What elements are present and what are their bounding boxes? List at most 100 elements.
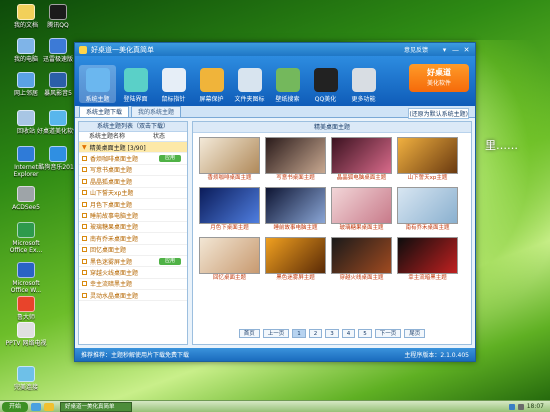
theme-card[interactable]: 回忆桌面主题: [199, 237, 260, 283]
tray-volume-icon[interactable]: [517, 403, 524, 410]
theme-card-name[interactable]: 晶晶狐电脑桌面主题: [331, 174, 392, 183]
list-item[interactable]: 穿越火线桌面主题: [79, 267, 187, 279]
desktop-icon[interactable]: 腾讯QQ: [36, 4, 80, 29]
desktop-icon[interactable]: ACDSee5: [4, 186, 48, 211]
toolbar-button[interactable]: 更多功能: [345, 68, 382, 103]
theme-card-name[interactable]: 幸主流暗黑主题: [397, 274, 458, 283]
theme-card-name[interactable]: 月色下桌面主题: [199, 224, 260, 233]
preview-caption: 精美桌面主题: [193, 122, 471, 133]
desktop-icon[interactable]: Microsoft Office W...: [4, 262, 48, 294]
theme-card[interactable]: 晶晶狐电脑桌面主题: [331, 137, 392, 183]
toolbar-button[interactable]: 系统主题: [79, 65, 116, 103]
quicklaunch-desktop-icon[interactable]: [31, 402, 41, 411]
theme-card-name[interactable]: 玻璃糖果桌面主题: [331, 224, 392, 233]
list-item[interactable]: 香烦咖啡桌面主题 应用: [79, 153, 187, 165]
list-item[interactable]: 黑色迷雾屏主题 应用: [79, 256, 187, 268]
clock[interactable]: 18:07: [527, 403, 544, 410]
tray-network-icon[interactable]: [508, 403, 515, 410]
close-button[interactable]: ✕: [462, 46, 471, 54]
desktop-icon[interactable]: 鲁大师: [4, 296, 48, 321]
theme-card[interactable]: 穿越火线桌面主题: [331, 237, 392, 283]
theme-thumbnail[interactable]: [265, 137, 326, 174]
page-button[interactable]: 尾页: [404, 329, 426, 338]
toolbar-button[interactable]: 屏幕保护: [193, 68, 230, 103]
status-empty: [159, 144, 181, 151]
theme-card-name[interactable]: 黑色迷雾屏主题: [265, 274, 326, 283]
start-button[interactable]: 开始: [2, 401, 28, 412]
list-item[interactable]: 灵动水晶桌面主题: [79, 290, 187, 302]
page-button[interactable]: 首页: [238, 329, 260, 338]
theme-card[interactable]: 月色下桌面主题: [199, 187, 260, 233]
tool-icon: [85, 68, 110, 92]
quicklaunch-browser-icon[interactable]: [44, 402, 54, 411]
theme-card-name[interactable]: 写意书桌面主题: [265, 174, 326, 183]
page-button[interactable]: 2: [308, 329, 323, 338]
page-button[interactable]: 3: [325, 329, 339, 338]
apply-badge[interactable]: 应用: [159, 155, 181, 163]
list-item[interactable]: 幸主流暗黑主题: [79, 279, 187, 291]
theme-card[interactable]: 幸主流暗黑主题: [397, 237, 458, 283]
theme-card-name[interactable]: 山下誓天xp主题: [397, 174, 458, 183]
minimize-button[interactable]: —: [451, 46, 460, 54]
theme-thumbnail[interactable]: [199, 187, 260, 224]
theme-card-name[interactable]: 南有乔禾桌面主题: [397, 224, 458, 233]
list-item[interactable]: 月色下桌面主题: [79, 199, 187, 211]
theme-thumbnail[interactable]: [397, 237, 458, 274]
page-button[interactable]: 1: [292, 329, 306, 338]
theme-thumbnail[interactable]: [265, 187, 326, 224]
page-button[interactable]: 下一页: [374, 329, 402, 338]
toolbar-button[interactable]: 文件夹图标: [231, 68, 268, 103]
desktop-icon-label: ACDSee5: [12, 204, 40, 211]
list-item[interactable]: ▼ 精美桌面主题 [3/90]: [79, 142, 187, 154]
list-item[interactable]: 写意书桌面主题: [79, 165, 187, 177]
theme-preview-panel: 精美桌面主题 香烦咖啡桌面主题 写意书桌面主题 晶晶狐电脑桌面主题 山下誓天xp主题月…: [192, 121, 472, 345]
skin-menu-button[interactable]: ▾: [440, 46, 449, 54]
toolbar-button[interactable]: QQ美化: [307, 68, 344, 103]
page-button[interactable]: 5: [358, 329, 372, 338]
theme-card[interactable]: 南有乔禾桌面主题: [397, 187, 458, 233]
theme-card[interactable]: 黑色迷雾屏主题: [265, 237, 326, 283]
theme-card-name[interactable]: 香烦咖啡桌面主题: [199, 174, 260, 183]
desktop-icon[interactable]: 完美连接: [4, 366, 48, 391]
toolbar-button[interactable]: 登陆界面: [117, 68, 154, 103]
list-item[interactable]: 回忆桌面主题: [79, 245, 187, 256]
page-button[interactable]: 上一页: [262, 329, 290, 338]
desktop-icon[interactable]: PPTV 网络电视: [4, 322, 48, 347]
theme-card[interactable]: 香烦咖啡桌面主题: [199, 137, 260, 183]
list-item[interactable]: 玻璃糖果桌面主题: [79, 222, 187, 234]
restore-default-link[interactable]: (还原为默认系统主题): [408, 108, 469, 119]
tab-theme-download[interactable]: 系统主题下载: [79, 106, 130, 117]
status-empty: [159, 178, 181, 185]
feedback-link[interactable]: 意见反馈: [404, 45, 428, 54]
toolbar-button[interactable]: 鼠标指针: [155, 68, 192, 103]
theme-thumbnail[interactable]: [397, 137, 458, 174]
theme-thumbnail[interactable]: [331, 187, 392, 224]
theme-thumbnail[interactable]: [199, 237, 260, 274]
theme-thumbnail[interactable]: [265, 237, 326, 274]
theme-card[interactable]: 睡前故事电脑主题: [265, 187, 326, 233]
desktop-icon-label: 鲁大师: [16, 314, 35, 321]
page-button[interactable]: 4: [341, 329, 356, 338]
list-item[interactable]: 南有乔禾桌面主题: [79, 233, 187, 245]
theme-card[interactable]: 山下誓天xp主题: [397, 137, 458, 183]
theme-thumbnail[interactable]: [199, 137, 260, 174]
tab-my-themes[interactable]: 我的系统主题: [131, 106, 182, 117]
theme-thumbnail[interactable]: [331, 237, 392, 274]
title-bar[interactable]: 好桌道一美化真简单 意见反馈 ▾ — ✕: [75, 43, 475, 56]
list-item[interactable]: 晶晶狐桌面主题: [79, 176, 187, 188]
theme-card-name[interactable]: 穿越火线桌面主题: [331, 274, 392, 283]
taskbar-item-app[interactable]: 好桌道一美化真简单: [60, 401, 132, 412]
app-window: 好桌道一美化真简单 意见反馈 ▾ — ✕ 系统主题 登陆界面 鼠标指针 屏幕保护 文件夹…: [74, 42, 476, 362]
theme-card[interactable]: 写意书桌面主题: [265, 137, 326, 183]
app-icon: [17, 262, 35, 278]
theme-card[interactable]: 玻璃糖果桌面主题: [331, 187, 392, 233]
theme-thumbnail[interactable]: [331, 137, 392, 174]
desktop-icon[interactable]: Microsoft Office Ex...: [4, 222, 48, 254]
apply-badge[interactable]: 应用: [159, 257, 181, 265]
theme-thumbnail[interactable]: [397, 187, 458, 224]
theme-card-name[interactable]: 睡前故事电脑主题: [265, 224, 326, 233]
list-item[interactable]: 睡前故事电脑主题: [79, 210, 187, 222]
list-item[interactable]: 山下誓天xp主题: [79, 188, 187, 199]
toolbar-button[interactable]: 壁纸搜索: [269, 68, 306, 103]
theme-card-name[interactable]: 回忆桌面主题: [199, 274, 260, 283]
